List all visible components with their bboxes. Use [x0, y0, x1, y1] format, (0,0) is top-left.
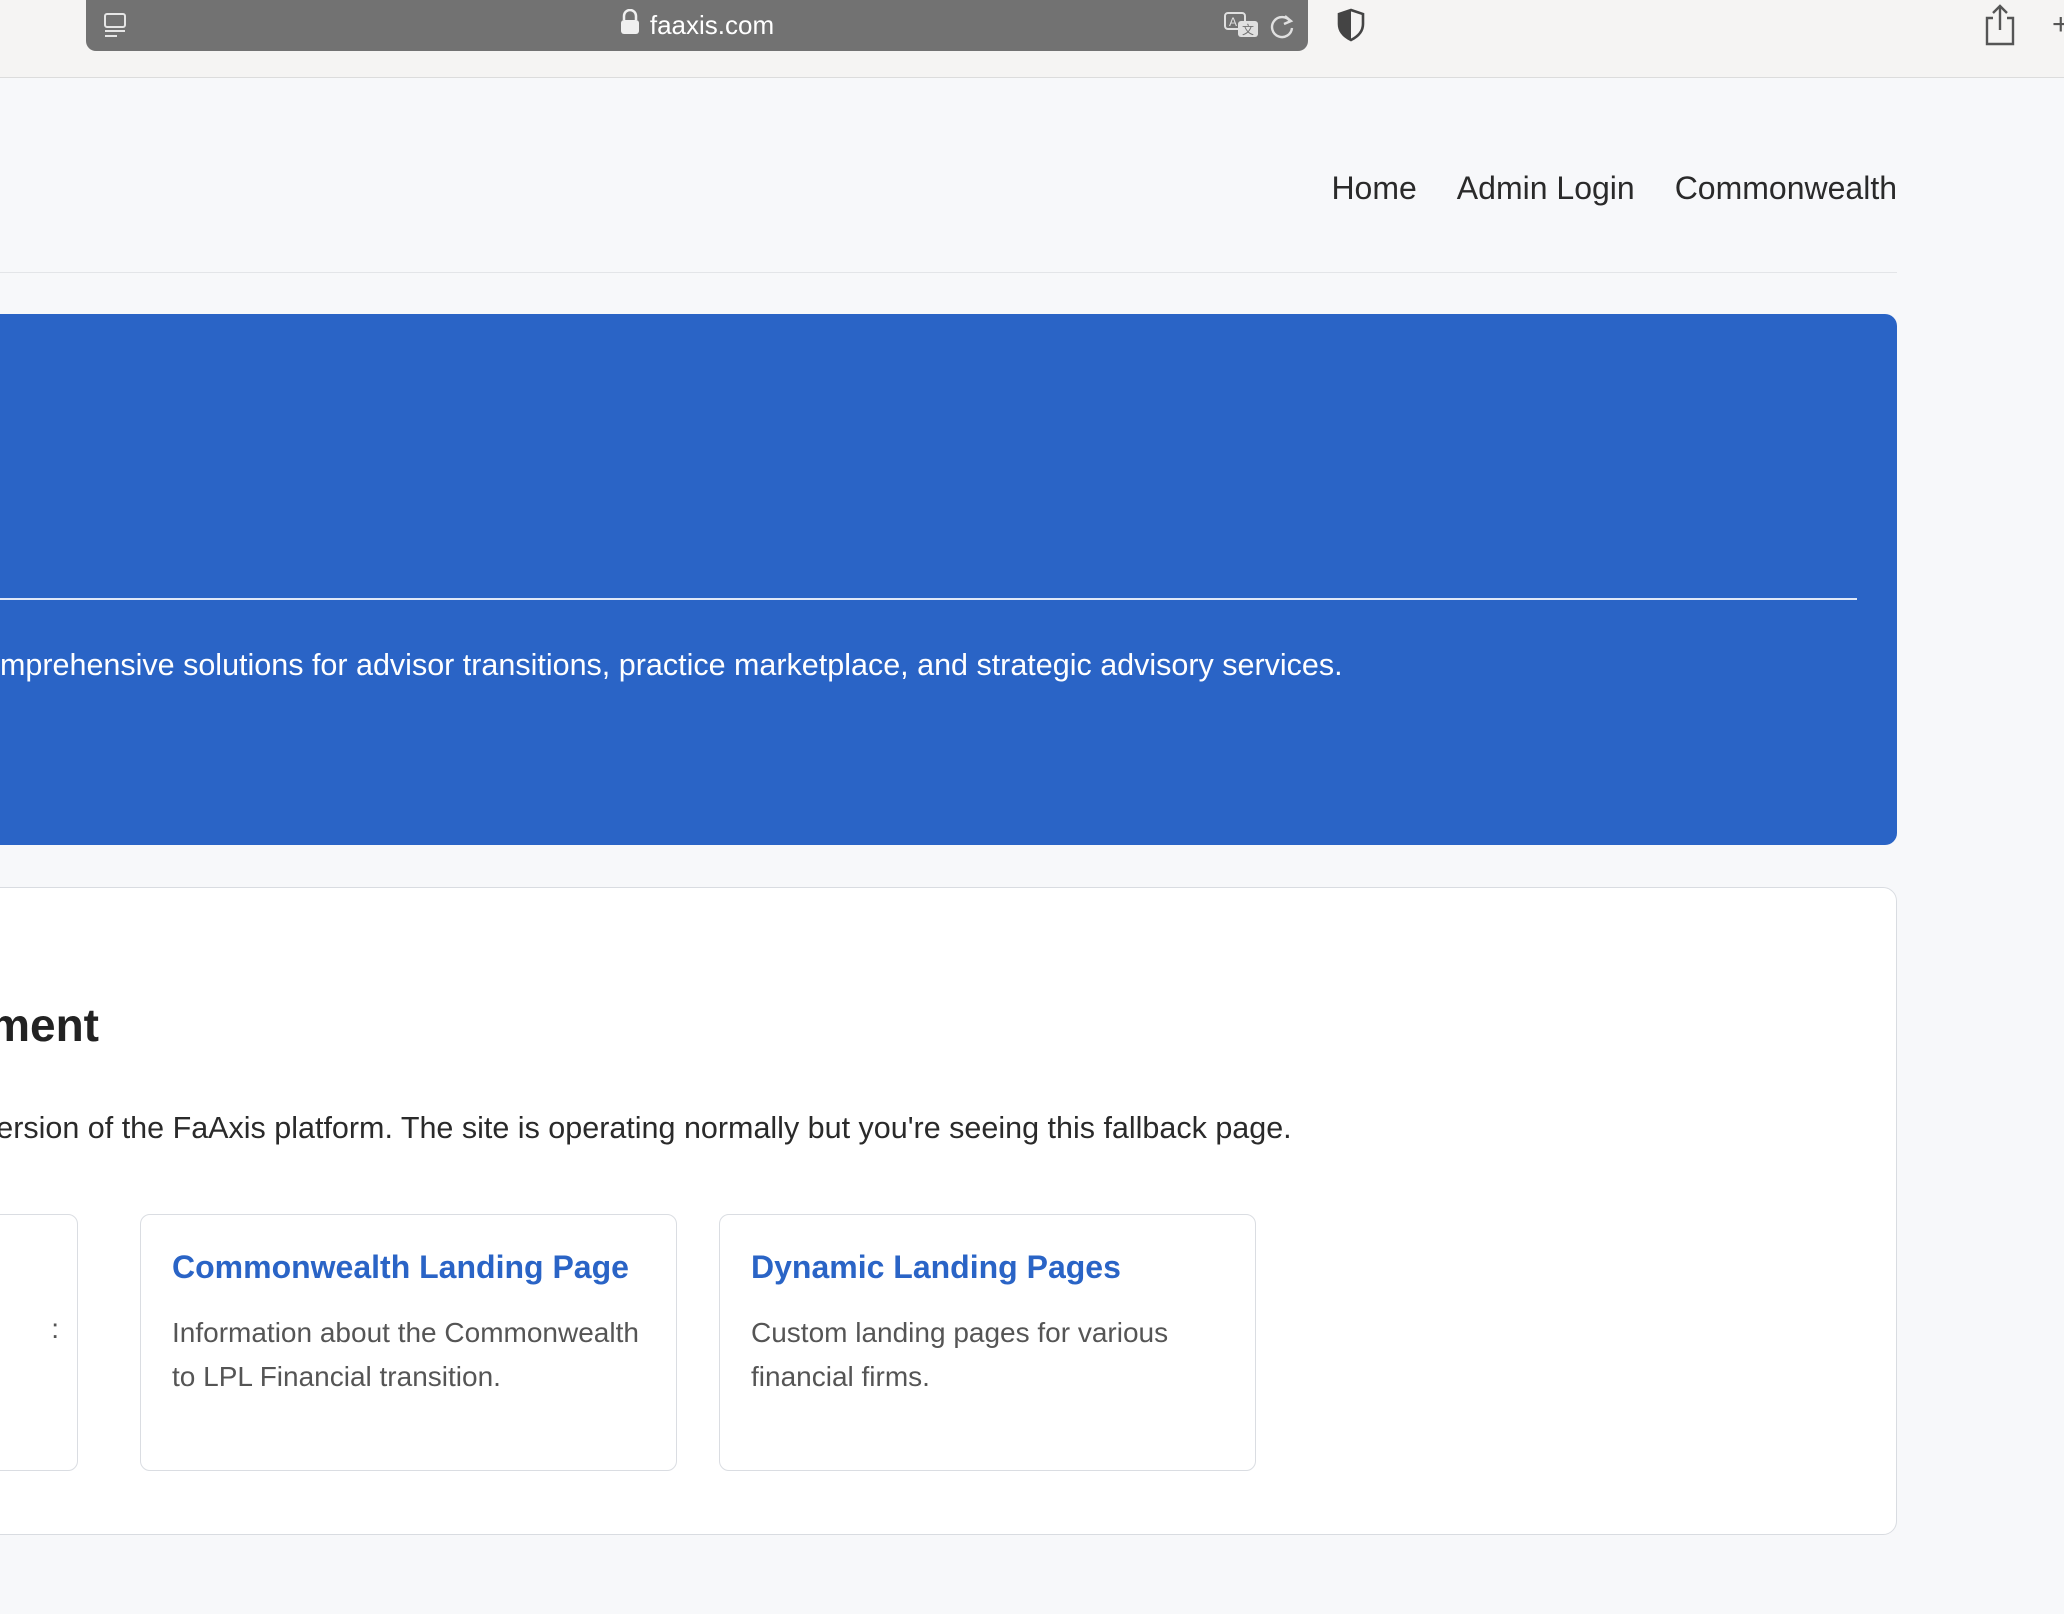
reload-icon[interactable] [1268, 11, 1296, 46]
svg-text:A: A [1229, 15, 1237, 29]
commonwealth-landing-description: Information about the Commonwealth to LP… [172, 1317, 639, 1392]
dynamic-landing-card[interactable]: Dynamic Landing Pages Custom landing pag… [719, 1214, 1256, 1471]
address-bar[interactable]: faaxis.com A文 [86, 0, 1308, 51]
url-text[interactable]: faaxis.com [650, 10, 774, 41]
hero-banner: mprehensive solutions for advisor transi… [0, 314, 1897, 845]
privacy-shield-icon[interactable] [1336, 8, 1366, 47]
new-tab-icon[interactable]: + [2052, 8, 2064, 42]
link-card-partial[interactable]: : [0, 1214, 78, 1471]
commonwealth-landing-card[interactable]: Commonwealth Landing Page Information ab… [140, 1214, 677, 1471]
nav-divider [0, 272, 1897, 273]
lock-icon [620, 8, 640, 42]
share-icon[interactable] [1983, 4, 2017, 51]
nav-admin-login[interactable]: Admin Login [1457, 170, 1635, 207]
commonwealth-landing-link[interactable]: Commonwealth Landing Page [172, 1249, 629, 1286]
hero-tagline: mprehensive solutions for advisor transi… [0, 648, 1343, 682]
nav-home[interactable]: Home [1331, 170, 1416, 207]
translate-icon[interactable]: A文 [1224, 11, 1260, 46]
content-description: version of the FaAxis platform. The site… [0, 1111, 1292, 1145]
hero-divider [0, 598, 1857, 600]
partial-card-text: : [51, 1313, 59, 1344]
nav-commonwealth[interactable]: Commonwealth [1675, 170, 1897, 207]
dynamic-landing-description: Custom landing pages for various financi… [751, 1317, 1169, 1392]
site-nav: Home Admin Login Commonwealth [1331, 170, 1897, 207]
dynamic-landing-link[interactable]: Dynamic Landing Pages [751, 1249, 1121, 1286]
browser-toolbar: faaxis.com A文 + [0, 0, 2064, 78]
content-title: ment [0, 999, 99, 1051]
content-panel: ment version of the FaAxis platform. The… [0, 887, 1897, 1535]
svg-text:文: 文 [1242, 22, 1254, 37]
